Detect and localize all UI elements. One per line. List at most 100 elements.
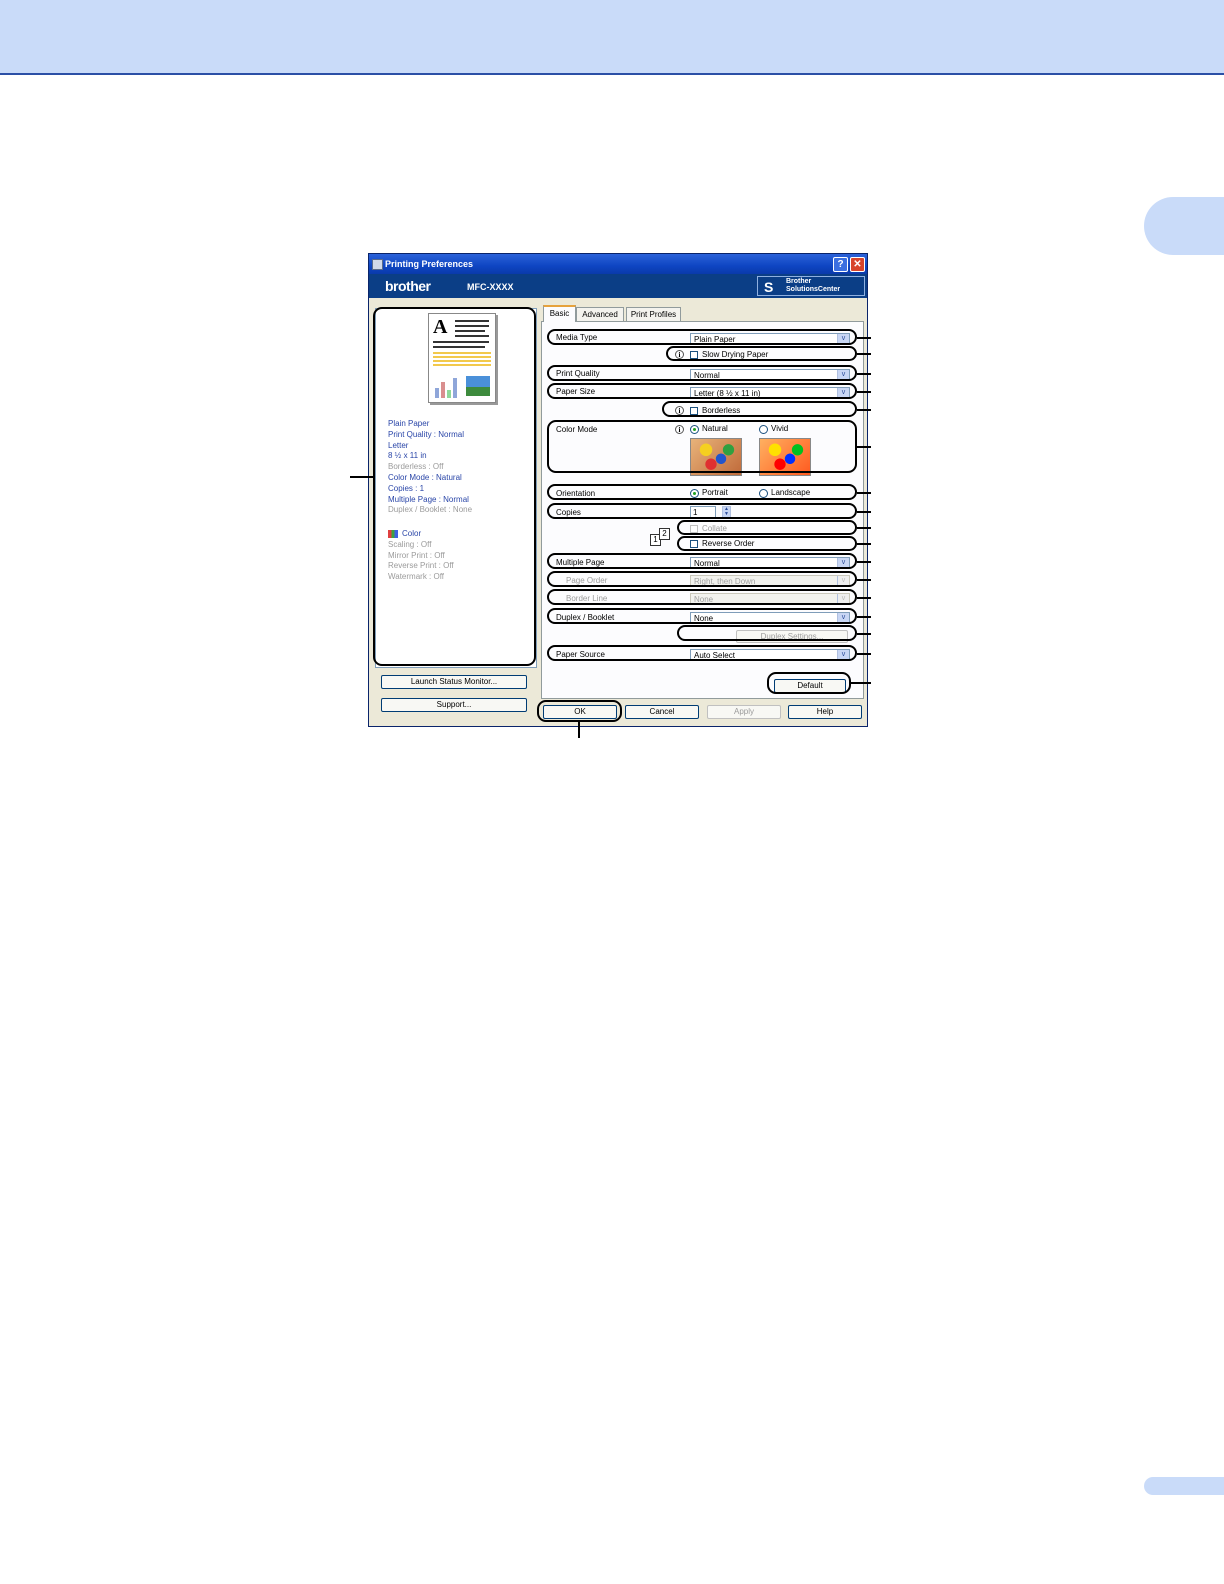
borderless-label: Borderless [702,406,741,415]
paper-source-select[interactable]: Auto Select v [690,649,850,661]
summary-reverse: Reverse Print : Off [388,561,454,571]
chapter-tab [1144,197,1224,255]
slow-drying-checkbox[interactable] [690,351,698,359]
collate-label: Collate [702,524,727,533]
page-header-band [0,0,1224,75]
chevron-down-icon: v [837,370,849,380]
page-order-select[interactable]: Right, then Down v [690,575,850,587]
solutions-center-line1: Brother [786,278,812,285]
close-button[interactable]: ✕ [850,257,865,272]
print-quality-value: Normal [694,371,720,380]
info-icon: i [675,350,684,359]
support-button[interactable]: Support... [381,698,527,712]
orientation-label: Orientation [556,489,596,498]
model-name: MFC-XXXX [467,282,514,292]
summary-color-mode: Color Mode : Natural [388,472,462,482]
info-icon: i [675,406,684,415]
border-line-select[interactable]: None v [690,593,850,605]
callout-annotations [0,0,1224,1584]
apply-button[interactable]: Apply [707,705,781,719]
solutions-center-button[interactable]: S Brother SolutionsCenter [757,276,865,296]
title-bar[interactable]: Printing Preferences ? ✕ [369,254,867,274]
summary-scaling: Scaling : Off [388,539,432,549]
paper-size-value: Letter (8 ½ x 11 in) [694,389,761,398]
media-type-select[interactable]: Plain Paper v [690,333,850,345]
launch-status-monitor-button[interactable]: Launch Status Monitor... [381,675,527,689]
reverse-order-label: Reverse Order [702,539,755,548]
copies-input[interactable]: 1 [690,506,716,518]
multiple-page-select[interactable]: Normal v [690,557,850,569]
tab-print-profiles[interactable]: Print Profiles [626,307,681,321]
media-type-value: Plain Paper [694,335,736,344]
summary-mirror: Mirror Print : Off [388,550,445,560]
chevron-down-icon: v [837,388,849,398]
brother-logo: brother [385,278,431,294]
multiple-page-value: Normal [694,559,720,568]
print-quality-label: Print Quality [556,369,600,378]
paper-source-label: Paper Source [556,650,605,659]
copies-label: Copies [556,508,581,517]
default-button[interactable]: Default [774,679,846,693]
paper-source-value: Auto Select [694,651,735,660]
summary-borderless: Borderless : Off [388,462,444,472]
reverse-order-checkbox[interactable] [690,540,698,548]
chevron-down-icon: v [837,576,849,586]
page-number-tab [1144,1477,1224,1495]
ok-button[interactable]: OK [543,705,617,719]
summary-size: 8 ½ x 11 in [388,451,427,461]
summary-color: Color [402,529,422,538]
media-type-label: Media Type [556,333,598,342]
tab-advanced[interactable]: Advanced [576,307,624,321]
printer-icon [372,259,383,270]
portrait-radio[interactable] [690,489,699,498]
border-line-value: None [694,595,714,604]
printing-preferences-dialog: Printing Preferences ? ✕ brother MFC-XXX… [368,253,868,727]
summary-quality: Print Quality : Normal [388,429,465,439]
vivid-radio[interactable] [759,425,768,434]
info-icon: i [675,425,684,434]
portrait-label: Portrait [702,488,728,497]
help-button[interactable]: Help [788,705,862,719]
natural-sample-image [690,438,742,476]
chevron-down-icon: v [837,594,849,604]
duplex-settings-button[interactable]: Duplex Settings... [736,630,848,643]
help-title-button[interactable]: ? [833,257,848,272]
summary-watermark: Watermark : Off [388,572,445,582]
page-preview-thumbnail: A [428,313,496,403]
page-order-label: Page Order [566,576,608,585]
solutions-center-icon: S [764,279,774,295]
vivid-sample-image [759,438,811,476]
chevron-down-icon: v [837,613,849,623]
cancel-button[interactable]: Cancel [625,705,699,719]
chevron-down-icon: v [837,558,849,568]
brand-bar: brother MFC-XXXX S Brother SolutionsCent… [369,274,867,298]
landscape-radio[interactable] [759,489,768,498]
landscape-label: Landscape [771,488,811,497]
copies-spinner[interactable]: ▲ ▼ [722,506,731,518]
paper-size-label: Paper Size [556,387,596,396]
natural-label: Natural [702,424,728,433]
borderless-checkbox[interactable] [690,407,698,415]
collate-checkbox[interactable] [690,525,698,533]
settings-summary-advanced: Color Scaling : Off Mirror Print : Off R… [388,529,454,583]
natural-radio[interactable] [690,425,699,434]
print-quality-select[interactable]: Normal v [690,369,850,381]
duplex-booklet-select[interactable]: None v [690,612,850,624]
collate-icon: 12 [650,528,670,546]
color-mode-label: Color Mode [556,425,598,434]
summary-paper: Letter [388,440,409,450]
summary-duplex: Duplex / Booklet : None [388,505,473,515]
chevron-down-icon: v [837,650,849,660]
chevron-down-icon: v [837,334,849,344]
basic-tab-panel: Media Type Plain Paper v i Slow Drying P… [541,321,864,699]
settings-summary: Plain Paper Print Quality : Normal Lette… [388,419,472,516]
paper-size-select[interactable]: Letter (8 ½ x 11 in) v [690,387,850,399]
summary-media: Plain Paper [388,419,430,428]
window-title: Printing Preferences [385,259,474,269]
tab-basic[interactable]: Basic [543,305,576,322]
summary-multiple-page: Multiple Page : Normal [388,494,469,504]
settings-preview-panel: A Plain Paper Print Quality : Normal Let… [375,308,537,668]
multiple-page-label: Multiple Page [556,558,605,567]
summary-copies: Copies : 1 [388,483,425,493]
vivid-label: Vivid [771,424,789,433]
